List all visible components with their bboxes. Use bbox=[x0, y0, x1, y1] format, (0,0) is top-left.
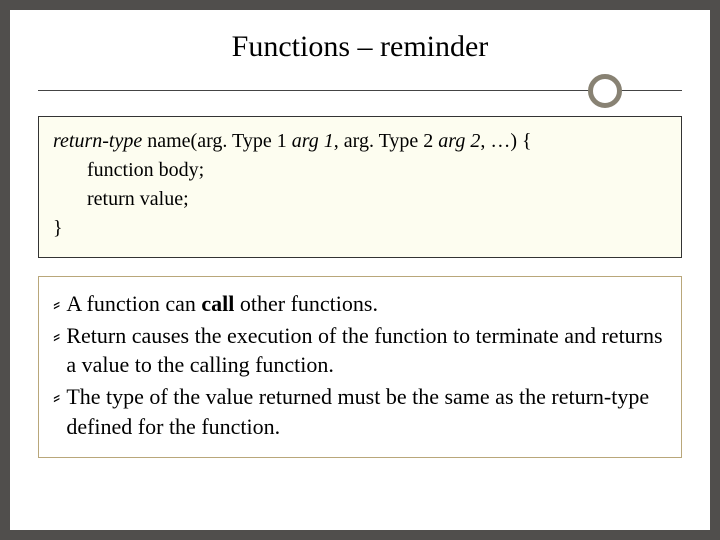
code-line-3: return value; bbox=[53, 185, 667, 214]
return-type-token: return-type bbox=[53, 130, 142, 152]
code-line-2: function body; bbox=[53, 156, 667, 185]
bullet-box: ⸗ A function can call other functions. ⸗… bbox=[38, 276, 682, 458]
bullet-icon: ⸗ bbox=[53, 289, 60, 319]
bullet-text: Return causes the execution of the funct… bbox=[66, 321, 667, 380]
code-text: , …) { bbox=[480, 130, 531, 152]
text-frag: other functions. bbox=[234, 291, 378, 316]
ring-icon bbox=[588, 74, 622, 108]
bullet-icon: ⸗ bbox=[53, 321, 60, 351]
code-text: , arg. Type 2 bbox=[334, 130, 439, 152]
slide: Functions – reminder return-type name(ar… bbox=[10, 10, 710, 530]
title-divider bbox=[38, 72, 682, 108]
code-syntax-box: return-type name(arg. Type 1 arg 1, arg.… bbox=[38, 116, 682, 258]
list-item: ⸗ The type of the value returned must be… bbox=[53, 382, 667, 441]
bullet-icon: ⸗ bbox=[53, 382, 60, 412]
list-item: ⸗ Return causes the execution of the fun… bbox=[53, 321, 667, 380]
text-bold: call bbox=[201, 291, 234, 316]
bullet-text: A function can call other functions. bbox=[66, 289, 667, 319]
horizontal-rule bbox=[38, 90, 682, 91]
code-line-1: return-type name(arg. Type 1 arg 1, arg.… bbox=[53, 127, 667, 156]
slide-title: Functions – reminder bbox=[38, 30, 682, 64]
text-frag: A function can bbox=[66, 291, 201, 316]
code-line-4: } bbox=[53, 214, 667, 243]
list-item: ⸗ A function can call other functions. bbox=[53, 289, 667, 319]
bullet-text: The type of the value returned must be t… bbox=[66, 382, 667, 441]
arg1-token: arg 1 bbox=[292, 130, 334, 152]
arg2-token: arg 2 bbox=[438, 130, 480, 152]
code-text: name(arg. Type 1 bbox=[142, 130, 291, 152]
